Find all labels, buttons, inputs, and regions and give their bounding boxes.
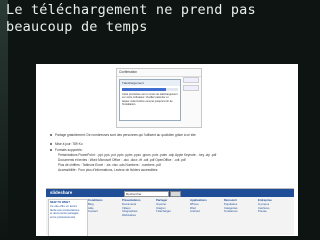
footer-header: slideshare Rechercher [46, 189, 294, 197]
info-line: Partage gratuitement: De nombreuses sont… [50, 132, 290, 138]
embedded-screenshot: Confirmation Téléchargement Cette procéd… [36, 64, 298, 236]
download-dialog: Confirmation Téléchargement Cette procéd… [116, 68, 202, 128]
info-text: Plus de chiffres : Tableurs Excel : .xls… [58, 163, 161, 167]
search-button[interactable] [170, 190, 181, 197]
brand-logo[interactable]: slideshare [50, 190, 72, 195]
info-text: Formats supportés: [55, 148, 83, 152]
info-text: Accessibilité : Pour plus d'informations… [58, 168, 158, 172]
info-text: Partage gratuitement: De nombreuses sont… [55, 133, 196, 137]
footer-column: Conditions Blog Aide Contact [88, 198, 122, 214]
footer-link[interactable]: Android [190, 210, 224, 214]
download-message-line: l'installation. [122, 103, 137, 107]
dialog-side-button[interactable] [183, 77, 199, 83]
footer-column: NEW TO WEB? Ce site offre un accès facil… [48, 199, 88, 236]
footer-link[interactable]: Contact [88, 210, 122, 214]
footer-column: Applications iPhone iPad Android [190, 198, 224, 214]
info-block: Partage gratuitement: De nombreuses sont… [50, 132, 290, 173]
dialog-title: Confirmation [117, 69, 201, 77]
bullet-icon [50, 134, 52, 137]
slide-title: Le téléchargement ne prend pas beaucoup … [6, 2, 316, 36]
footer-column-item: entre professionnels [50, 215, 76, 220]
footer-column: Présentations Documents Vidéos Infograph… [122, 198, 156, 218]
footer-link[interactable]: Tendances [224, 210, 258, 214]
bullet-icon [50, 149, 52, 152]
footer-link[interactable]: Webinaires [122, 213, 156, 218]
info-text: Mise à jour: 789 Ko [55, 142, 83, 146]
footer-link[interactable]: Télécharger [156, 210, 190, 214]
download-popup: Téléchargement Cette procédure est en co… [119, 79, 181, 121]
download-progress-fill [122, 88, 166, 91]
bullet-icon [50, 143, 52, 146]
slide-title-line: beaucoup de temps [6, 19, 148, 35]
dialog-side-panel [183, 77, 199, 93]
slide-title-line: Le téléchargement ne prend pas [6, 2, 256, 18]
search-input[interactable]: Rechercher [124, 190, 169, 197]
download-progress-bar [122, 88, 178, 91]
info-text: Présentations PowerPoint : .ppt .pps .po… [58, 153, 217, 157]
footer-link[interactable]: Presse [258, 210, 292, 214]
info-text: Documents et textes : Word Microsoft Off… [58, 158, 186, 162]
dialog-side-button[interactable] [183, 85, 199, 91]
footer-column: Partager Importer Intégrer Télécharger [156, 198, 190, 214]
footer-column: Entreprise À propos Carrières Presse [258, 198, 292, 214]
download-message: Cette procédure est en cours de téléchar… [120, 92, 180, 108]
popup-title: Téléchargement [120, 80, 180, 86]
slide-left-accent [0, 0, 8, 240]
footer-columns: NEW TO WEB? Ce site offre un accès facil… [48, 198, 292, 236]
site-footer-bar: slideshare Rechercher NEW TO WEB? Ce sit… [46, 188, 294, 236]
footer-column: Découvrir Populaires Catégories Tendance… [224, 198, 258, 214]
info-subline: Accessibilité : Pour plus d'informations… [50, 168, 290, 173]
